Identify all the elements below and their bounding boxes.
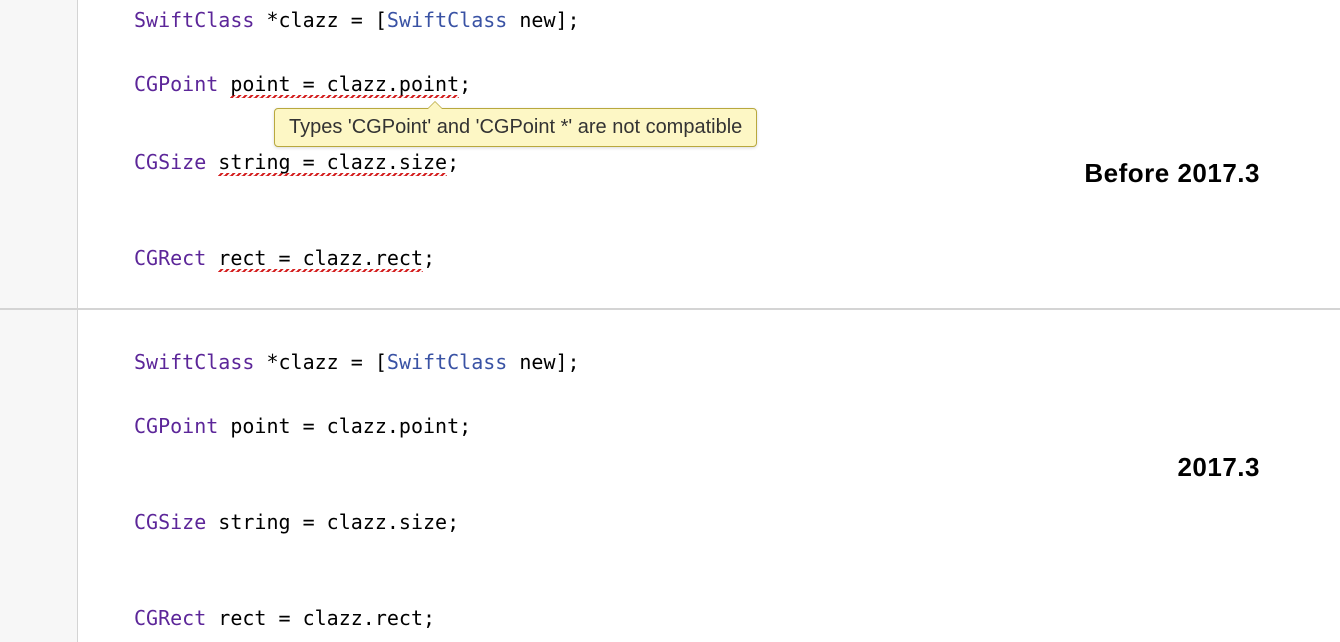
type-token: CGRect bbox=[134, 606, 206, 630]
code-line: CGPoint point = clazz.point; bbox=[134, 410, 1340, 442]
op-token: = [ bbox=[339, 8, 387, 32]
editor-gutter-bottom bbox=[0, 310, 78, 642]
after-panel: SwiftClass *clazz = [SwiftClass new]; CG… bbox=[0, 310, 1340, 642]
blank-line bbox=[134, 36, 1340, 68]
type-token: SwiftClass bbox=[134, 350, 254, 374]
op-token: = [ bbox=[339, 350, 387, 374]
class-token: SwiftClass bbox=[387, 8, 507, 32]
space bbox=[218, 72, 230, 96]
space bbox=[206, 150, 218, 174]
type-token: CGPoint bbox=[134, 72, 218, 96]
code-line: SwiftClass *clazz = [SwiftClass new]; bbox=[134, 4, 1340, 36]
semi: ; bbox=[447, 150, 459, 174]
blank-line bbox=[134, 570, 1340, 602]
after-label: 2017.3 bbox=[1177, 452, 1260, 483]
code-line: CGRect rect = clazz.rect; bbox=[134, 242, 1340, 274]
type-token: SwiftClass bbox=[134, 8, 254, 32]
space bbox=[206, 246, 218, 270]
code-line: SwiftClass *clazz = [SwiftClass new]; bbox=[134, 346, 1340, 378]
code-area-top[interactable]: SwiftClass *clazz = [SwiftClass new]; CG… bbox=[78, 0, 1340, 308]
code-line: CGPoint point = clazz.point; bbox=[134, 68, 1340, 100]
code-area-bottom[interactable]: SwiftClass *clazz = [SwiftClass new]; CG… bbox=[78, 310, 1340, 642]
id-token: clazz bbox=[279, 350, 339, 374]
type-token: CGPoint bbox=[134, 414, 218, 438]
code-rest: new]; bbox=[507, 350, 579, 374]
type-token: CGSize bbox=[134, 510, 206, 534]
error-underline: point = clazz.point bbox=[230, 72, 459, 98]
code-line: CGRect rect = clazz.rect; bbox=[134, 602, 1340, 634]
code-rest: string = clazz.size; bbox=[206, 510, 459, 534]
error-underline: rect = clazz.rect bbox=[218, 246, 423, 272]
blank-line bbox=[134, 442, 1340, 474]
code-line: CGSize string = clazz.size; bbox=[134, 506, 1340, 538]
error-underline: string = clazz.size bbox=[218, 150, 447, 176]
type-token: CGSize bbox=[134, 150, 206, 174]
before-panel: SwiftClass *clazz = [SwiftClass new]; CG… bbox=[0, 0, 1340, 310]
op-token: * bbox=[254, 350, 278, 374]
op-token: * bbox=[254, 8, 278, 32]
blank-line bbox=[134, 314, 1340, 346]
semi: ; bbox=[459, 72, 471, 96]
semi: ; bbox=[423, 246, 435, 270]
type-token: CGRect bbox=[134, 246, 206, 270]
tooltip-text: Types 'CGPoint' and 'CGPoint *' are not … bbox=[289, 116, 742, 138]
blank-line bbox=[134, 538, 1340, 570]
error-tooltip: Types 'CGPoint' and 'CGPoint *' are not … bbox=[274, 108, 757, 147]
id-token: clazz bbox=[279, 8, 339, 32]
blank-line bbox=[134, 210, 1340, 242]
class-token: SwiftClass bbox=[387, 350, 507, 374]
blank-line bbox=[134, 378, 1340, 410]
before-label: Before 2017.3 bbox=[1084, 158, 1260, 189]
editor-gutter-top bbox=[0, 0, 78, 308]
code-rest: new]; bbox=[507, 8, 579, 32]
blank-line bbox=[134, 474, 1340, 506]
code-rest: rect = clazz.rect; bbox=[206, 606, 435, 630]
code-rest: point = clazz.point; bbox=[218, 414, 471, 438]
